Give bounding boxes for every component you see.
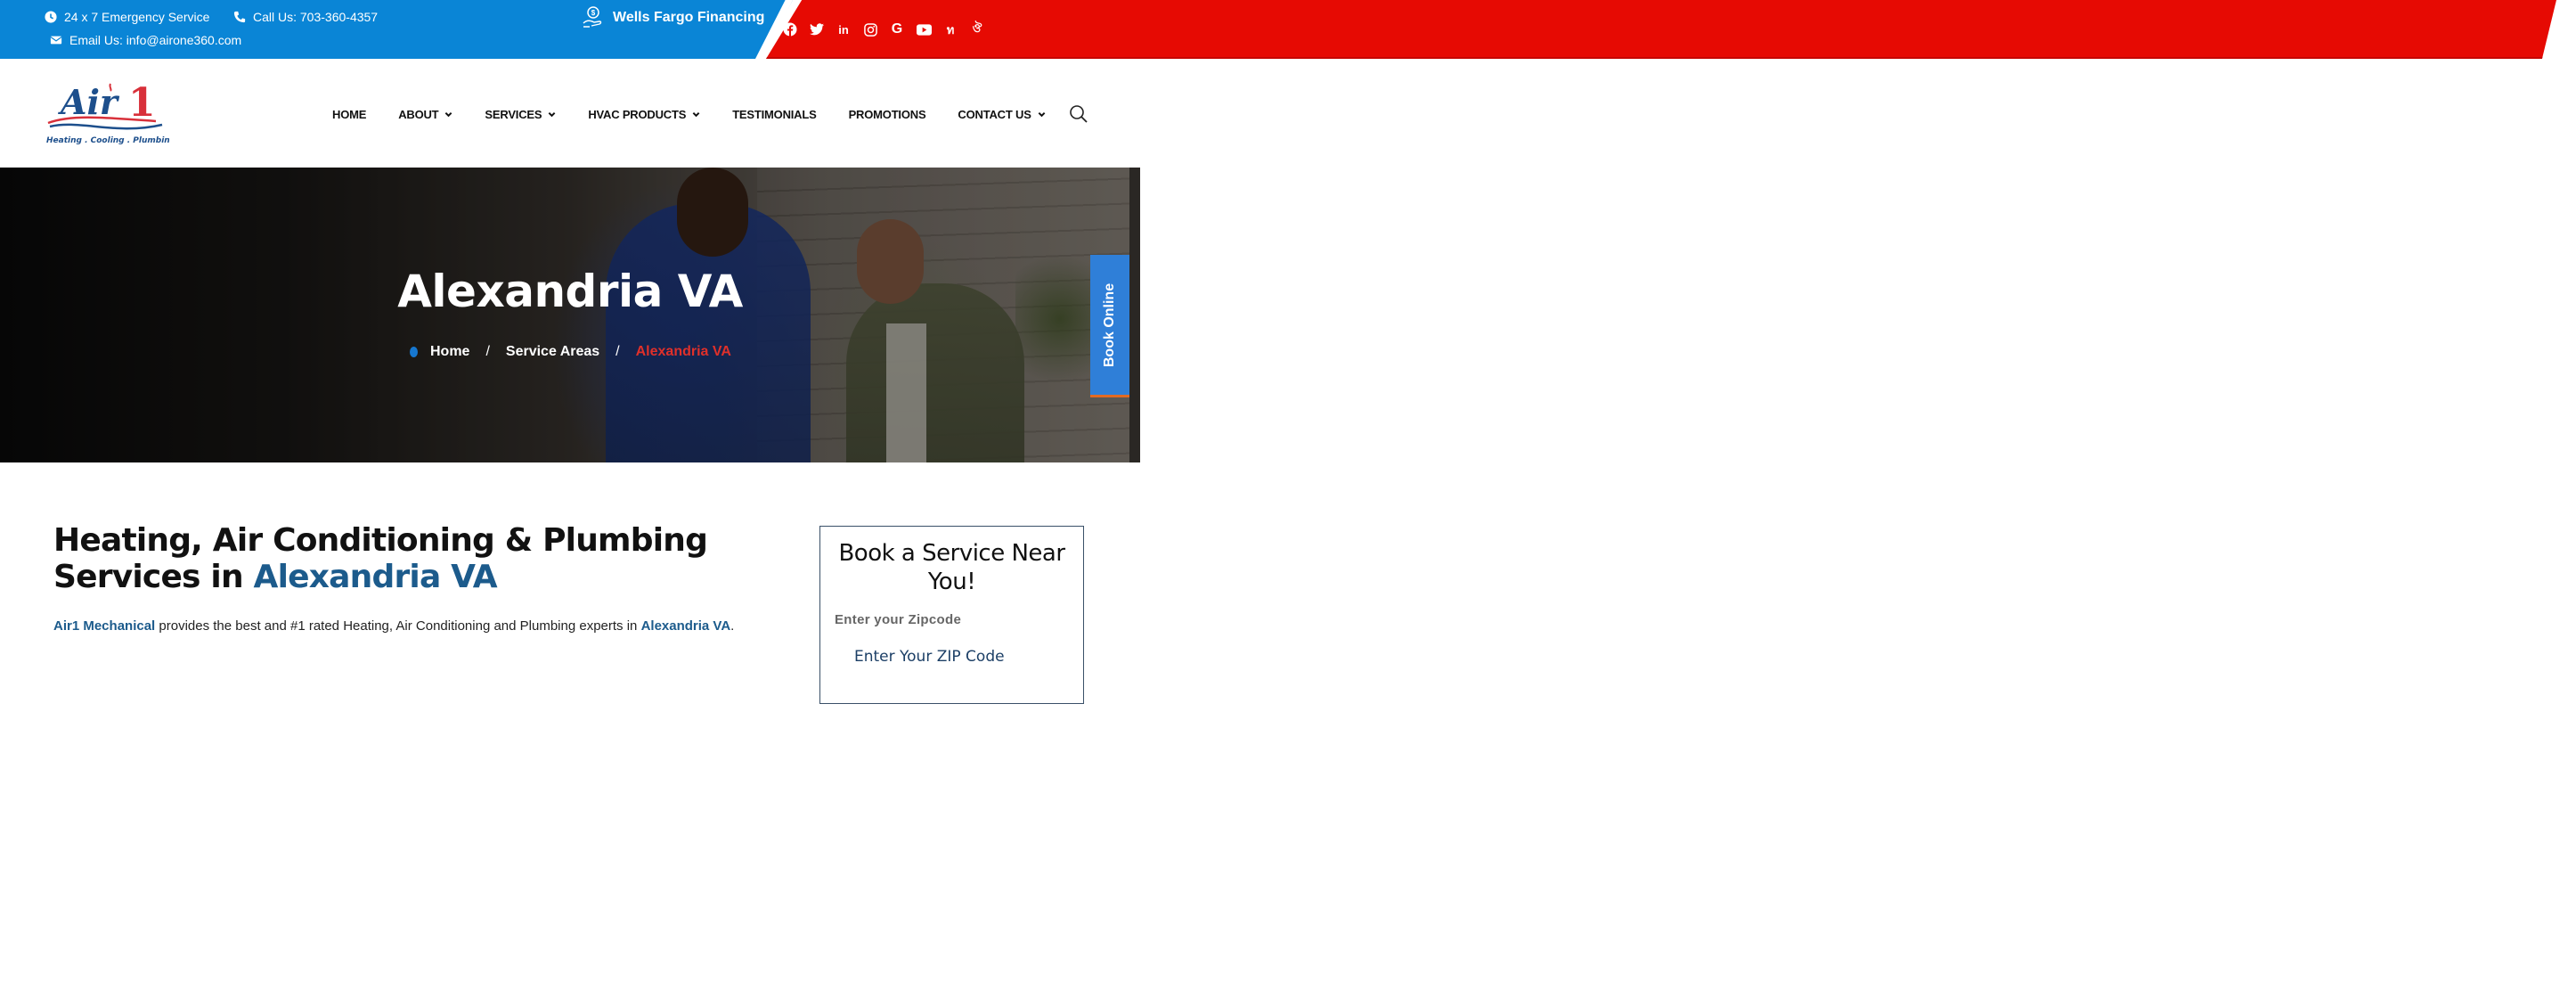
breadcrumb-service-areas[interactable]: Service Areas: [506, 344, 599, 360]
intro-end: .: [730, 618, 735, 634]
page-heading-location: Alexandria VA: [253, 559, 498, 595]
nav-testimonials[interactable]: TESTIMONIALS: [732, 107, 817, 121]
google-icon[interactable]: G: [884, 20, 910, 39]
wells-fargo-financing-link[interactable]: $ Wells Fargo Financing: [581, 5, 764, 30]
facebook-icon[interactable]: [777, 20, 803, 39]
email-us-link[interactable]: Email Us: info@airone360.com: [50, 33, 241, 47]
location-link[interactable]: Alexandria VA: [641, 618, 731, 634]
chevron-down-icon: [548, 111, 556, 117]
book-service-card: Book a Service Near You! Enter your Zipc…: [819, 526, 1084, 704]
yelp-glyph: ท: [946, 22, 955, 37]
nextdoor-icon[interactable]: ঔ: [964, 20, 990, 39]
air1-logo[interactable]: Air 1 Heating . Cooling . Plumbing: [45, 78, 176, 150]
nav-about-label: ABOUT: [398, 107, 439, 121]
call-us-link[interactable]: Call Us: 703-360-4357: [233, 10, 378, 24]
wells-fargo-financing-text: Wells Fargo Financing: [613, 10, 765, 25]
yelp-icon[interactable]: ท: [937, 20, 964, 39]
nav-home-label: HOME: [332, 107, 367, 121]
nav-testimonials-label: TESTIMONIALS: [732, 107, 817, 121]
google-glyph: G: [891, 21, 903, 37]
clock-icon: [45, 11, 57, 23]
chevron-down-icon: [692, 111, 700, 117]
instagram-icon[interactable]: [857, 20, 884, 39]
book-online-label: Book Online: [1102, 282, 1118, 367]
nav-about[interactable]: ABOUT: [398, 108, 452, 121]
page-heading: Heating, Air Conditioning & Plumbing Ser…: [53, 522, 784, 595]
breadcrumb-home[interactable]: Home: [430, 344, 469, 360]
intro-body: provides the best and #1 rated Heating, …: [155, 618, 641, 634]
zipcode-label: Enter your Zipcode: [835, 612, 962, 627]
book-online-button[interactable]: Book Online: [1090, 255, 1129, 397]
nextdoor-glyph: ঔ: [972, 20, 982, 35]
envelope-icon: [50, 36, 62, 45]
youtube-icon[interactable]: [910, 20, 937, 39]
social-links: in G ท ঔ: [777, 20, 990, 39]
company-link[interactable]: Air1 Mechanical: [53, 618, 155, 634]
search-icon[interactable]: [1069, 104, 1088, 124]
page-edge-rail: [1129, 168, 1140, 462]
nav-services[interactable]: SERVICES: [485, 108, 556, 121]
chevron-down-icon: [1038, 111, 1046, 117]
nav-hvac-products-label: HVAC PRODUCTS: [588, 107, 687, 121]
intro-paragraph: Air1 Mechanical provides the best and #1…: [53, 618, 734, 634]
nav-promotions[interactable]: PROMOTIONS: [849, 108, 926, 121]
emergency-service-text: 24 x 7 Emergency Service: [64, 10, 210, 24]
breadcrumb-separator: /: [615, 344, 620, 359]
hero-title: Alexandria VA: [397, 266, 743, 317]
nav-contact-us-label: CONTACT US: [958, 107, 1031, 121]
twitter-icon[interactable]: [803, 20, 830, 39]
breadcrumb-current: Alexandria VA: [635, 344, 731, 359]
top-bar-red-section: [766, 0, 2556, 59]
chevron-down-icon: [445, 111, 452, 117]
nav-hvac-products[interactable]: HVAC PRODUCTS: [588, 108, 700, 121]
linkedin-icon[interactable]: in: [830, 20, 857, 39]
breadcrumb: Home / Service Areas / Alexandria VA: [410, 344, 731, 360]
emergency-service-info: 24 x 7 Emergency Service: [45, 10, 209, 24]
linkedin-glyph: in: [838, 22, 849, 37]
site-header: Air 1 Heating . Cooling . Plumbing HOME …: [0, 59, 1140, 168]
breadcrumb-separator: /: [485, 344, 490, 359]
logo-tagline: Heating . Cooling . Plumbing: [46, 136, 169, 145]
main-nav: HOME ABOUT SERVICES HVAC PRODUCTS TESTIM…: [332, 104, 1088, 124]
nav-promotions-label: PROMOTIONS: [848, 107, 926, 121]
home-marker-icon: [410, 347, 418, 357]
hero-banner: Alexandria VA Home / Service Areas / Ale…: [0, 168, 1140, 462]
hand-coin-icon: $: [583, 6, 602, 28]
svg-text:$: $: [591, 9, 596, 17]
nav-contact-us[interactable]: CONTACT US: [958, 107, 1046, 121]
nav-home[interactable]: HOME: [332, 108, 366, 121]
nav-services-label: SERVICES: [485, 107, 542, 121]
zipcode-input[interactable]: [835, 641, 1068, 673]
phone-icon: [233, 11, 246, 23]
email-us-text: Email Us: info@airone360.com: [69, 33, 242, 47]
call-us-text: Call Us: 703-360-4357: [253, 10, 379, 24]
book-service-title: Book a Service Near You!: [838, 540, 1065, 595]
top-bar: 24 x 7 Emergency Service Call Us: 703-36…: [0, 0, 2576, 59]
